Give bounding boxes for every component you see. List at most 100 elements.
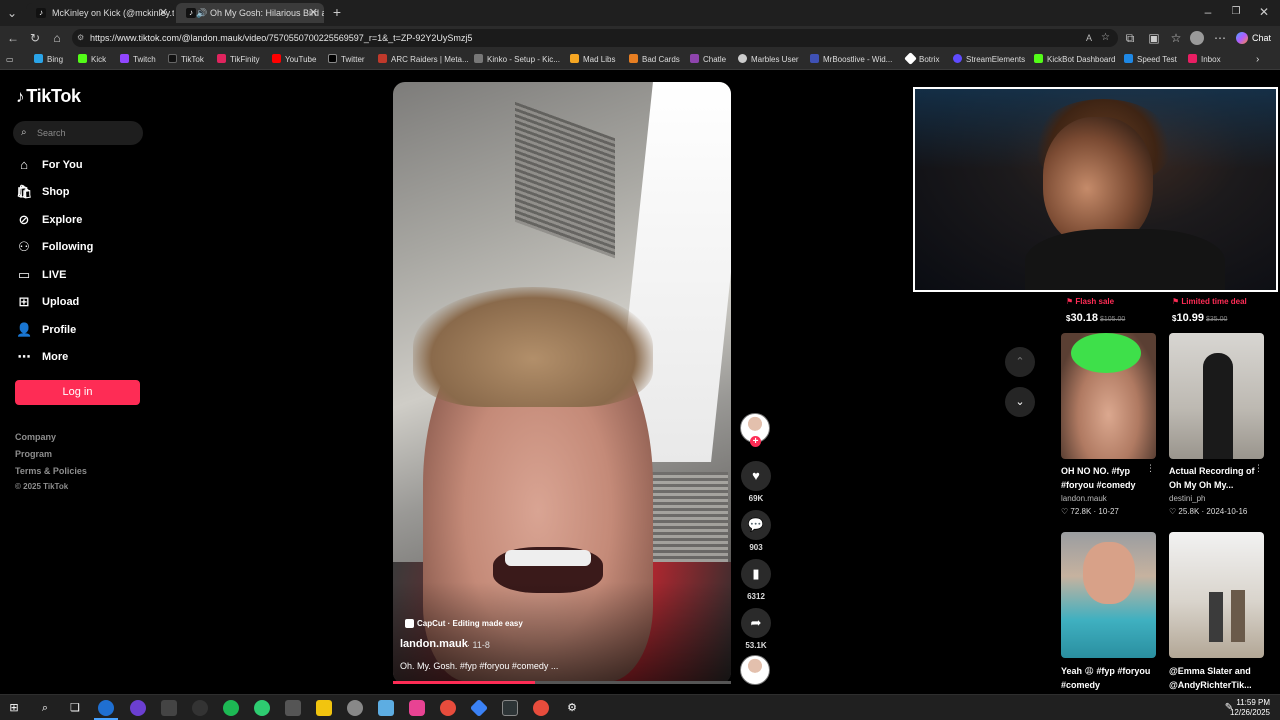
video-thumbnail[interactable] [1169, 333, 1264, 459]
favorites-icon[interactable]: ☆ [1168, 30, 1184, 46]
close-window-icon[interactable]: ✕ [1256, 4, 1272, 20]
bookmark-kinko[interactable]: Kinko - Setup - Kic... [474, 54, 560, 66]
search-input[interactable]: ⌕ Search [13, 121, 143, 145]
footer-company-link[interactable]: Company [15, 432, 56, 442]
tab-mckinley[interactable]: ♪ McKinley on Kick (@mckinley.tv) | ✕ [26, 3, 174, 23]
video-author[interactable]: destini_ph [1169, 494, 1205, 503]
app-icon[interactable] [469, 698, 489, 718]
bookmark-tiktok[interactable]: TikTok [168, 54, 204, 66]
copilot-chat-button[interactable]: Chat [1236, 30, 1271, 46]
video-progress-bar[interactable] [393, 681, 731, 684]
nav-more[interactable]: ⋯ More [16, 348, 69, 366]
video-title[interactable]: Yeah 😩 #fyp #foryou #comedy [1061, 664, 1156, 692]
bookmark-youtube[interactable]: YouTube [272, 54, 316, 66]
comment-button[interactable]: 💬 [741, 510, 771, 540]
bookmark-mrboostlive[interactable]: MrBoostlive - Wid... [810, 54, 892, 66]
reload-icon[interactable]: ↻ [27, 30, 43, 46]
video-caption[interactable]: Oh. My. Gosh. #fyp #foryou #comedy ... [400, 661, 558, 671]
footer-terms-link[interactable]: Terms & Policies [15, 466, 87, 476]
close-tab-icon[interactable]: ✕ [159, 3, 168, 23]
bookmark-bad-cards[interactable]: Bad Cards [629, 54, 680, 66]
app-icon[interactable] [533, 700, 549, 716]
bookmark-twitter[interactable]: Twitter [328, 54, 365, 66]
bookmark-botrix[interactable]: Botrix [904, 52, 939, 66]
like-button[interactable]: ♥ [741, 461, 771, 491]
video-title[interactable]: @Emma Slater and @AndyRichterTik... [1169, 664, 1269, 692]
video-title[interactable]: Actual Recording of Oh My Oh My... [1169, 464, 1264, 492]
file-explorer-icon[interactable] [316, 700, 332, 716]
bookmark-kick[interactable]: Kick [78, 54, 106, 66]
bookmark-speed-test[interactable]: Speed Test [1124, 54, 1177, 66]
extensions-icon[interactable]: ⧉ [1122, 30, 1138, 46]
nav-explore[interactable]: ⊘ Explore [16, 211, 83, 229]
address-bar[interactable]: ⚙ https://www.tiktok.com/@landon.mauk/vi… [72, 29, 1118, 47]
close-tab-icon[interactable]: ✕ [309, 3, 318, 23]
next-video-button[interactable]: ⌄ [1005, 387, 1035, 417]
app-icon[interactable] [285, 700, 301, 716]
previous-video-button[interactable]: ⌃ [1005, 347, 1035, 377]
app-icon[interactable] [502, 700, 518, 716]
app-icon[interactable] [378, 700, 394, 716]
login-button[interactable]: Log in [15, 380, 140, 405]
nav-live[interactable]: ▭ LIVE [16, 266, 67, 284]
deal-price[interactable]: $10.99 $35.00 [1172, 312, 1227, 324]
share-button[interactable]: ➦ [741, 608, 771, 638]
app-icon[interactable] [161, 700, 177, 716]
nav-for-you[interactable]: ⌂ For You [16, 156, 82, 174]
video-thumbnail[interactable] [1061, 333, 1156, 459]
footer-program-link[interactable]: Program [15, 449, 52, 459]
bookmark-kickbot[interactable]: KickBot Dashboard [1034, 54, 1115, 66]
bookmark-chatle[interactable]: Chatle [690, 54, 726, 66]
video-author[interactable]: landon.mauk [1061, 494, 1107, 503]
bookmark-inbox[interactable]: Inbox [1188, 54, 1221, 66]
audio-playing-icon[interactable]: 🔊 [196, 3, 207, 23]
bookmark-arc-raiders[interactable]: ARC Raiders | Meta... [378, 54, 469, 66]
bookmark-twitch[interactable]: Twitch [120, 54, 156, 66]
app-icon[interactable] [130, 700, 146, 716]
save-button[interactable]: ▮ [741, 559, 771, 589]
new-tab-button[interactable]: + [329, 4, 345, 20]
follow-plus-icon[interactable]: + [750, 436, 761, 447]
tab-list-chevron-icon[interactable]: ⌄ [4, 5, 20, 21]
profile-avatar[interactable] [1190, 31, 1204, 45]
bookmark-tikfinity[interactable]: TikFinity [217, 54, 259, 66]
nav-profile[interactable]: 👤 Profile [16, 321, 76, 339]
search-icon[interactable]: ⌕ [37, 700, 53, 716]
more-options-icon[interactable]: ⋮ [1254, 463, 1263, 474]
obs-icon[interactable] [192, 700, 208, 716]
bookmark-streamelements[interactable]: StreamElements [953, 54, 1025, 66]
home-icon[interactable]: ⌂ [49, 30, 65, 46]
video-thumbnail[interactable] [1061, 532, 1156, 658]
minimize-window-icon[interactable]: – [1200, 4, 1216, 20]
app-icon[interactable] [347, 700, 363, 716]
edge-browser-icon[interactable] [98, 700, 114, 716]
video-player[interactable] [393, 82, 731, 684]
favorite-star-icon[interactable]: ☆ [1101, 29, 1110, 47]
settings-more-icon[interactable]: ⋯ [1212, 30, 1228, 46]
app-icon[interactable] [409, 700, 425, 716]
split-screen-icon[interactable]: ▣ [1146, 30, 1162, 46]
video-title[interactable]: OH NO NO. #fyp #foryou #comedy [1061, 464, 1156, 492]
app-icon[interactable] [254, 700, 270, 716]
deal-price[interactable]: $30.18 $105.00 [1066, 312, 1125, 324]
more-options-icon[interactable]: ⋮ [1146, 463, 1155, 474]
site-info-icon[interactable]: ⚙ [77, 29, 84, 47]
bookmarks-toggle-icon[interactable]: ▭ [6, 54, 14, 66]
sound-avatar[interactable] [740, 655, 770, 685]
video-thumbnail[interactable] [1169, 532, 1264, 658]
settings-gear-icon[interactable]: ⚙ [564, 700, 580, 716]
tiktok-logo[interactable]: ♪ TikTok [16, 86, 81, 107]
maximize-window-icon[interactable]: ❐ [1228, 4, 1244, 20]
tab-oh-my-gosh[interactable]: ♪ 🔊 Oh My Gosh: Hilarious Bird an ✕ [176, 3, 324, 23]
windows-start-icon[interactable]: ⊞ [6, 700, 22, 716]
nav-upload[interactable]: ⊞ Upload [16, 293, 80, 311]
bookmark-marbles-user[interactable]: Marbles User [738, 54, 799, 66]
back-arrow-icon[interactable]: ← [5, 30, 21, 46]
bookmarks-overflow-chevron-icon[interactable]: › [1256, 54, 1259, 66]
taskbar-clock[interactable]: 11:59 PM 12/26/2025 [1230, 698, 1270, 718]
nav-shop[interactable]: 🛍 Shop [16, 183, 70, 201]
video-author[interactable]: landon.mauk [400, 638, 468, 650]
app-icon[interactable] [440, 700, 456, 716]
task-view-icon[interactable]: ❏ [67, 700, 83, 716]
bookmark-mad-libs[interactable]: Mad Libs [570, 54, 615, 66]
